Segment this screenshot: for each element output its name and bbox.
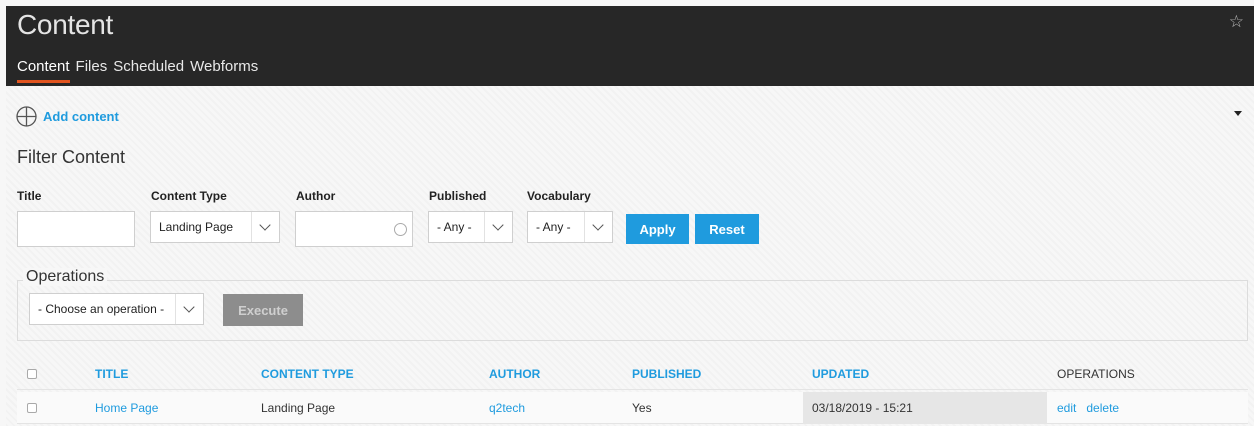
add-content-label: Add content: [43, 109, 119, 124]
add-content-link[interactable]: Add content: [16, 106, 119, 127]
tab-webforms[interactable]: Webforms: [190, 58, 258, 83]
row-content-type: Landing Page: [261, 401, 336, 415]
apply-button[interactable]: Apply: [626, 214, 689, 244]
page-title: Content: [17, 9, 113, 40]
operations-legend: Operations: [23, 268, 108, 286]
title-filter-input[interactable]: [17, 211, 135, 247]
row-updated: 03/18/2019 - 15:21: [803, 392, 1047, 424]
column-updated[interactable]: UPDATED: [812, 358, 869, 390]
row-checkbox[interactable]: [27, 403, 37, 413]
vocabulary-select[interactable]: - Any -: [527, 211, 613, 243]
row-author-link[interactable]: q2tech: [489, 401, 525, 415]
table-header-row: TITLE CONTENT TYPE AUTHOR PUBLISHED UPDA…: [17, 358, 1248, 390]
chevron-down-icon: [484, 212, 512, 242]
row-delete-link[interactable]: delete: [1086, 401, 1119, 415]
author-filter-field[interactable]: [295, 211, 413, 247]
chevron-down-icon: [251, 212, 279, 242]
main-content: Add content Filter Content Title Content…: [6, 86, 1254, 426]
table-row: Home Page Landing Page q2tech Yes 03/18/…: [17, 392, 1248, 424]
column-author[interactable]: AUTHOR: [489, 358, 540, 390]
column-operations: OPERATIONS: [1057, 367, 1135, 381]
select-all-checkbox[interactable]: [27, 369, 37, 379]
caret-down-icon[interactable]: [1234, 111, 1242, 116]
tab-scheduled[interactable]: Scheduled: [113, 58, 184, 83]
content-type-label: Content Type: [151, 189, 227, 203]
autocomplete-throbber-icon: [394, 223, 407, 236]
column-published[interactable]: PUBLISHED: [632, 358, 701, 390]
reset-button[interactable]: Reset: [695, 214, 759, 244]
operation-select-value: - Choose an operation -: [38, 302, 165, 316]
content-type-value: Landing Page: [159, 220, 234, 234]
tab-files[interactable]: Files: [76, 58, 108, 83]
row-title-link[interactable]: Home Page: [95, 401, 158, 415]
published-select[interactable]: - Any -: [428, 211, 513, 243]
chevron-down-icon: [175, 294, 203, 324]
filter-heading: Filter Content: [17, 147, 126, 167]
star-outline-icon[interactable]: ☆: [1229, 12, 1244, 32]
tab-content[interactable]: Content: [17, 58, 70, 83]
published-value: - Any -: [437, 220, 472, 234]
column-title[interactable]: TITLE: [95, 358, 128, 390]
vocabulary-label: Vocabulary: [527, 189, 591, 203]
page-header: Content ☆ Content Files Scheduled Webfor…: [6, 6, 1254, 86]
published-label: Published: [429, 189, 487, 203]
circle-plus-icon: [16, 106, 37, 127]
chevron-down-icon: [584, 212, 612, 242]
title-filter-label: Title: [17, 189, 42, 203]
column-content-type[interactable]: CONTENT TYPE: [261, 358, 354, 390]
execute-button[interactable]: Execute: [223, 294, 303, 326]
author-filter-label: Author: [296, 189, 336, 203]
row-published: Yes: [632, 401, 652, 415]
vocabulary-value: - Any -: [536, 220, 571, 234]
row-edit-link[interactable]: edit: [1057, 401, 1076, 415]
primary-tabs: Content Files Scheduled Webforms: [17, 58, 258, 83]
operation-select[interactable]: - Choose an operation -: [29, 293, 204, 325]
content-type-select[interactable]: Landing Page: [150, 211, 280, 243]
